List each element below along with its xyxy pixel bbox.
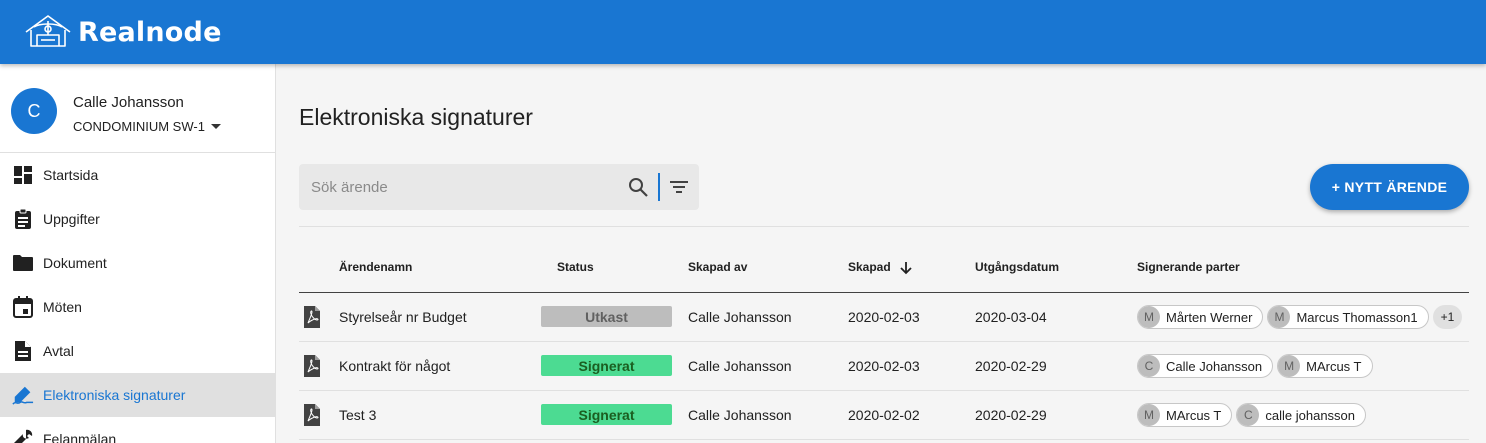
pdf-file-icon [304,355,320,377]
sidebar-item-label: Elektroniska signaturer [43,387,186,403]
row-created-by: Calle Johansson [688,309,792,325]
row-name: Test 3 [339,407,377,423]
search-icon[interactable] [627,176,649,198]
sidebar: C Calle Johansson CONDOMINIUM SW-1 Start… [0,64,276,443]
filter-icon[interactable] [668,176,690,198]
party-name: MArcus T [1166,407,1222,423]
party-name: Marcus Thomasson1 [1296,309,1418,325]
signature-icon [12,384,34,406]
main-content: Elektroniska signaturer + NYTT ÄRENDE Är… [276,64,1486,443]
dashboard-icon [12,164,34,186]
row-expires: 2020-02-29 [975,358,1047,374]
assignment-icon [12,208,34,230]
status-badge: Signerat [541,404,672,425]
column-header-label: Skapad [848,260,891,274]
sidebar-item-label: Uppgifter [43,211,100,227]
column-header-created-by[interactable]: Skapad av [688,260,747,274]
party-chip[interactable]: M MArcus T [1137,403,1233,427]
sidebar-item-startsida[interactable]: Startsida [0,153,275,197]
party-chip[interactable]: C Calle Johansson [1137,354,1274,378]
chip-avatar: M [1138,306,1160,328]
party-name: Calle Johansson [1166,358,1263,374]
column-header-created[interactable]: Skapad [848,260,912,275]
divider [299,226,1469,227]
table-row[interactable]: Styrelseår nr Budget Utkast Calle Johans… [299,293,1469,342]
sidebar-item-label: Felanmälan [43,431,117,443]
search-box [299,164,699,210]
user-name: Calle Johansson [73,94,184,111]
row-name: Styrelseår nr Budget [339,309,467,325]
sidebar-item-uppgifter[interactable]: Uppgifter [0,197,275,241]
user-block: C Calle Johansson CONDOMINIUM SW-1 [0,64,275,153]
sidebar-item-elektroniska-signaturer[interactable]: Elektroniska signaturer [0,373,275,417]
chip-avatar: M [1278,355,1301,377]
wrench-icon [12,428,34,443]
party-chip[interactable]: Ccalle johansson [1236,403,1367,427]
search-input[interactable] [311,164,611,210]
column-header-name[interactable]: Ärendenamn [339,260,412,274]
party-name: MArcus T [1306,358,1362,374]
party-chip[interactable]: M Marcus Thomasson1 [1267,305,1429,329]
sidebar-item-avtal[interactable]: Avtal [0,329,275,373]
signing-parties: M MArcus T Ccalle johansson [1137,403,1367,427]
app-header: Realnode [0,0,1486,64]
row-created: 2020-02-02 [848,407,920,423]
pdf-file-icon [304,404,320,426]
column-header-expires[interactable]: Utgångsdatum [975,260,1059,274]
row-expires: 2020-02-29 [975,407,1047,423]
party-chip[interactable]: M MArcus T [1277,354,1373,378]
sidebar-item-felanmalan[interactable]: Felanmälan [0,417,275,443]
page-title: Elektroniska signaturer [299,104,533,130]
search-divider [658,173,660,201]
sidebar-item-moten[interactable]: Möten [0,285,275,329]
more-parties-chip[interactable]: +1 [1432,305,1463,329]
sidebar-item-label: Avtal [43,343,74,359]
row-created: 2020-02-03 [848,309,920,325]
sidebar-item-dokument[interactable]: Dokument [0,241,275,285]
app-brand[interactable]: Realnode [78,17,222,48]
table-row[interactable]: Test 3 Signerat Calle Johansson 2020-02-… [299,391,1469,440]
realnode-logo-icon[interactable] [22,13,74,51]
status-badge: Utkast [541,306,672,327]
party-chip[interactable]: M Mårten Werner [1137,305,1264,329]
signing-parties: M Mårten Werner M Marcus Thomasson1 +1 [1137,305,1463,329]
sidebar-item-label: Möten [43,299,82,315]
chip-avatar: M [1138,404,1160,426]
status-badge: Signerat [541,355,672,376]
chip-avatar: C [1237,404,1260,426]
pdf-file-icon [304,306,320,328]
sidebar-item-label: Dokument [43,255,107,271]
row-name: Kontrakt för något [339,358,451,374]
party-name: Mårten Werner [1166,309,1253,325]
avatar[interactable]: C [11,88,57,134]
folder-icon [12,252,34,274]
arrow-down-icon [900,261,912,275]
signing-parties: C Calle Johansson M MArcus T [1137,354,1373,378]
row-created: 2020-02-03 [848,358,920,374]
column-header-status[interactable]: Status [557,260,594,274]
chip-avatar: C [1138,355,1160,377]
row-expires: 2020-03-04 [975,309,1047,325]
party-name: calle johansson [1265,407,1356,423]
row-created-by: Calle Johansson [688,407,792,423]
chip-avatar: M [1268,306,1291,328]
org-selector[interactable]: CONDOMINIUM SW-1 [73,119,221,134]
org-name: CONDOMINIUM SW-1 [73,119,205,134]
column-header-parties[interactable]: Signerande parter [1137,260,1240,274]
row-created-by: Calle Johansson [688,358,792,374]
new-case-button[interactable]: + NYTT ÄRENDE [1310,164,1469,210]
table-row[interactable]: Kontrakt för något Signerat Calle Johans… [299,342,1469,391]
sidebar-item-label: Startsida [43,167,99,183]
caret-down-icon [210,124,221,129]
calendar-icon [12,296,34,318]
document-icon [12,340,34,362]
